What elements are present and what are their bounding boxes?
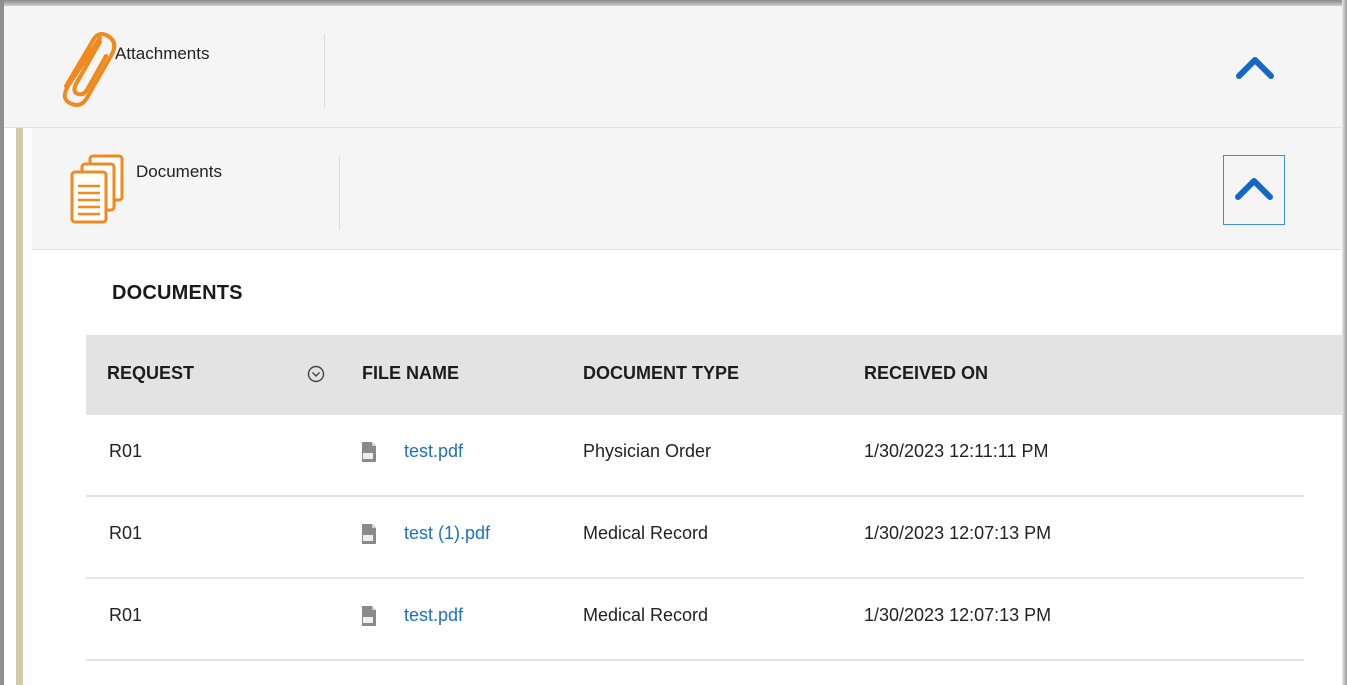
table-row: R01 test.pdf Medical Record 1/30/2023 12… (86, 579, 1304, 661)
nested-indicator-bar (16, 128, 23, 685)
cell-document-type: Physician Order (583, 441, 712, 461)
attachments-header[interactable]: Attachments (4, 6, 1342, 128)
cell-document-type: Medical Record (583, 523, 709, 543)
page: Attachments Documents DOCUMENTS REQUEST … (0, 0, 1347, 685)
window-shadow-right (1342, 0, 1347, 685)
table-header-row: REQUEST FILE NAME DOCUMENT TYPE RECEIVED… (86, 335, 1342, 415)
table-row: R01 test.pdf Physician Order 1/30/2023 1… (86, 415, 1304, 497)
column-header-request[interactable]: REQUEST (107, 363, 194, 384)
column-header-file-name[interactable]: FILE NAME (362, 363, 459, 384)
header-divider (339, 156, 340, 230)
column-header-document-type[interactable]: DOCUMENT TYPE (583, 363, 739, 384)
documents-stack-icon (68, 152, 128, 228)
cell-received-on: 1/30/2023 12:11:11 PM (864, 441, 1049, 461)
cell-received-on: 1/30/2023 12:07:13 PM (864, 523, 1052, 543)
attachments-title: Attachments (115, 44, 210, 63)
cell-request: R01 (109, 523, 143, 543)
attachments-collapse-button[interactable] (1226, 40, 1284, 98)
cell-document-type: Medical Record (583, 605, 709, 625)
pdf-file-icon (361, 523, 377, 545)
documents-panel-title: Documents (136, 162, 222, 181)
file-name-link[interactable]: test.pdf (404, 441, 463, 462)
cell-request: R01 (109, 605, 143, 625)
column-header-received-on[interactable]: RECEIVED ON (864, 363, 988, 384)
cell-request: R01 (109, 441, 143, 461)
header-divider (324, 34, 325, 108)
file-name-link[interactable]: test.pdf (404, 605, 463, 626)
documents-table: REQUEST FILE NAME DOCUMENT TYPE RECEIVED… (86, 335, 1342, 661)
paperclip-icon (48, 28, 118, 110)
nested-gutter (23, 128, 32, 685)
pdf-file-icon (361, 441, 377, 463)
cell-received-on: 1/30/2023 12:07:13 PM (864, 605, 1052, 625)
sort-toggle-icon[interactable] (306, 364, 326, 384)
file-name-link[interactable]: test (1).pdf (404, 523, 490, 544)
table-row: R01 test (1).pdf Medical Record 1/30/202… (86, 497, 1304, 579)
pdf-file-icon (361, 605, 377, 627)
chevron-up-icon (1235, 54, 1275, 85)
documents-collapse-button[interactable] (1223, 155, 1285, 225)
documents-header[interactable]: Documents (32, 128, 1342, 250)
documents-heading: DOCUMENTS (112, 282, 243, 304)
chevron-up-icon (1234, 175, 1274, 206)
